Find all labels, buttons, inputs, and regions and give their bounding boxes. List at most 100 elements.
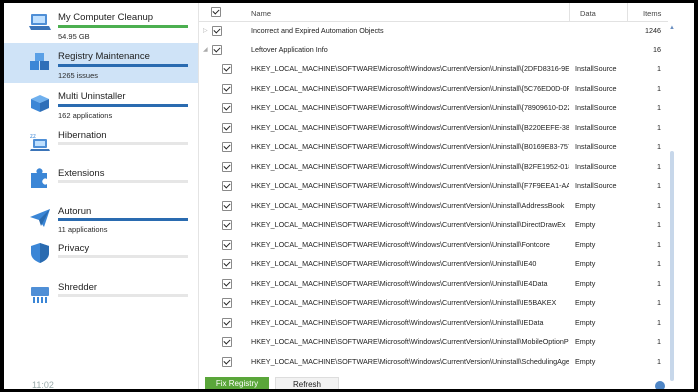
- group-checkbox[interactable]: [212, 45, 222, 55]
- column-header-items[interactable]: Items: [643, 9, 661, 18]
- main-panel: Name Data Items ▷ Incorrect and Expired …: [199, 3, 694, 389]
- row-checkbox[interactable]: [222, 356, 232, 367]
- row-checkbox[interactable]: [222, 220, 232, 230]
- group-count: 1246: [645, 26, 661, 35]
- table-row[interactable]: HKEY_LOCAL_MACHINE\SOFTWARE\Microsoft\Wi…: [199, 196, 669, 215]
- select-all-checkbox[interactable]: [211, 7, 221, 17]
- row-checkbox[interactable]: [222, 298, 232, 308]
- row-checkbox[interactable]: [222, 200, 232, 211]
- row-registry-key: HKEY_LOCAL_MACHINE\SOFTWARE\Microsoft\Wi…: [251, 337, 569, 346]
- row-registry-key: HKEY_LOCAL_MACHINE\SOFTWARE\Microsoft\Wi…: [251, 317, 544, 327]
- row-data: Empty: [575, 356, 596, 366]
- row-items: 1: [657, 220, 661, 229]
- sidebar-item-label: Autorun: [58, 206, 92, 217]
- row-data: InstallSource: [575, 161, 617, 171]
- row-data: Empty: [575, 200, 596, 210]
- sidebar-item-status: 1265 issues: [58, 71, 99, 80]
- table-row[interactable]: HKEY_LOCAL_MACHINE\SOFTWARE\Microsoft\Wi…: [199, 98, 669, 117]
- shield-icon: [31, 243, 49, 263]
- row-items: 1: [657, 259, 661, 268]
- row-items: 1: [657, 103, 661, 112]
- table-row[interactable]: HKEY_LOCAL_MACHINE\SOFTWARE\Microsoft\Wi…: [199, 293, 669, 312]
- progress-fill: [58, 218, 188, 221]
- row-checkbox[interactable]: [222, 278, 232, 289]
- row-checkbox[interactable]: [222, 142, 232, 152]
- refresh-button[interactable]: Refresh: [275, 377, 339, 389]
- row-registry-key: HKEY_LOCAL_MACHINE\SOFTWARE\Microsoft\Wi…: [251, 161, 569, 171]
- row-data: Empty: [575, 337, 596, 346]
- row-items: 1: [657, 181, 661, 190]
- row-data: Empty: [575, 220, 596, 229]
- row-checkbox[interactable]: [222, 181, 232, 191]
- sidebar-item-status: 11 applications: [58, 225, 108, 234]
- sidebar-item-autorun[interactable]: Autorun 11 applications: [4, 199, 198, 239]
- sidebar: My Computer Cleanup 54.95 GB Registry Ma…: [4, 3, 199, 389]
- sidebar-footer-text: 11:02: [32, 380, 54, 389]
- group-row[interactable]: ◢ Leftover Application Info 16: [199, 40, 669, 59]
- row-checkbox[interactable]: [222, 337, 232, 347]
- table-row[interactable]: HKEY_LOCAL_MACHINE\SOFTWARE\Microsoft\Wi…: [199, 157, 669, 176]
- sidebar-item-extensions[interactable]: Extensions: [4, 163, 198, 203]
- sidebar-item-privacy[interactable]: Privacy: [4, 237, 198, 277]
- group-checkbox[interactable]: [212, 26, 222, 36]
- table-row[interactable]: HKEY_LOCAL_MACHINE\SOFTWARE\Microsoft\Wi…: [199, 352, 669, 371]
- row-registry-key: HKEY_LOCAL_MACHINE\SOFTWARE\Microsoft\Wi…: [251, 200, 565, 210]
- collapse-arrow-icon[interactable]: ◢: [203, 46, 208, 53]
- row-data: InstallSource: [575, 64, 617, 73]
- column-header-data[interactable]: Data: [580, 9, 596, 18]
- sidebar-item-label: Extensions: [58, 168, 105, 179]
- sidebar-item-label: My Computer Cleanup: [58, 12, 154, 23]
- table-row[interactable]: HKEY_LOCAL_MACHINE\SOFTWARE\Microsoft\Wi…: [199, 235, 669, 254]
- row-data: Empty: [575, 278, 596, 288]
- table-row[interactable]: HKEY_LOCAL_MACHINE\SOFTWARE\Microsoft\Wi…: [199, 274, 669, 293]
- table-row[interactable]: HKEY_LOCAL_MACHINE\SOFTWARE\Microsoft\Wi…: [199, 59, 669, 78]
- table-row[interactable]: HKEY_LOCAL_MACHINE\SOFTWARE\Microsoft\Wi…: [199, 215, 669, 234]
- table-row[interactable]: HKEY_LOCAL_MACHINE\SOFTWARE\Microsoft\Wi…: [199, 313, 669, 332]
- sidebar-item-multi-uninstaller[interactable]: Multi Uninstaller 162 applications: [4, 83, 198, 123]
- scrollbar-thumb[interactable]: [670, 151, 674, 381]
- table-row[interactable]: HKEY_LOCAL_MACHINE\SOFTWARE\Microsoft\Wi…: [199, 332, 669, 351]
- scroll-down-icon[interactable]: [655, 381, 665, 389]
- column-header-name[interactable]: Name: [251, 9, 271, 18]
- row-data: Empty: [575, 298, 596, 307]
- row-items: 1: [657, 239, 661, 249]
- row-checkbox[interactable]: [222, 317, 232, 328]
- uninstaller-box-icon: [31, 95, 49, 112]
- row-registry-key: HKEY_LOCAL_MACHINE\SOFTWARE\Microsoft\Wi…: [251, 122, 569, 132]
- row-checkbox[interactable]: [222, 83, 232, 94]
- row-items: 1: [657, 142, 661, 151]
- row-checkbox[interactable]: [222, 239, 232, 250]
- scroll-up-arrow-icon[interactable]: ▲: [669, 25, 675, 31]
- table-row[interactable]: HKEY_LOCAL_MACHINE\SOFTWARE\Microsoft\Wi…: [199, 254, 669, 273]
- row-checkbox[interactable]: [222, 103, 232, 113]
- row-data: InstallSource: [575, 122, 617, 132]
- sidebar-item-shredder[interactable]: Shredder: [4, 275, 198, 315]
- row-checkbox[interactable]: [222, 122, 232, 133]
- sidebar-item-label: Shredder: [58, 282, 98, 293]
- group-row[interactable]: ▷ Incorrect and Expired Automation Objec…: [199, 21, 669, 40]
- vertical-scrollbar[interactable]: ▲: [668, 21, 676, 389]
- expand-arrow-icon[interactable]: ▷: [203, 27, 208, 34]
- column-separator: [569, 3, 570, 21]
- row-checkbox[interactable]: [222, 259, 232, 269]
- table-row[interactable]: HKEY_LOCAL_MACHINE\SOFTWARE\Microsoft\Wi…: [199, 176, 669, 195]
- row-checkbox[interactable]: [222, 161, 232, 172]
- sidebar-item-registry-maintenance[interactable]: Registry Maintenance 1265 issues: [4, 43, 198, 83]
- row-checkbox[interactable]: [222, 64, 232, 74]
- app-window: My Computer Cleanup 54.95 GB Registry Ma…: [4, 3, 694, 389]
- sidebar-item-label: Privacy: [58, 243, 90, 254]
- row-items: 1: [657, 298, 661, 307]
- row-data: InstallSource: [575, 142, 617, 151]
- row-items: 1: [657, 161, 661, 171]
- table-row[interactable]: HKEY_LOCAL_MACHINE\SOFTWARE\Microsoft\Wi…: [199, 137, 669, 156]
- row-data: Empty: [575, 317, 596, 327]
- sidebar-item-hibernation[interactable]: zz Hibernation: [4, 123, 198, 163]
- fix-registry-button[interactable]: Fix Registry: [205, 377, 269, 389]
- row-registry-key: HKEY_LOCAL_MACHINE\SOFTWARE\Microsoft\Wi…: [251, 239, 550, 249]
- table-row[interactable]: HKEY_LOCAL_MACHINE\SOFTWARE\Microsoft\Wi…: [199, 118, 669, 137]
- sidebar-item-my-computer-cleanup[interactable]: My Computer Cleanup 54.95 GB: [4, 3, 198, 43]
- row-registry-key: HKEY_LOCAL_MACHINE\SOFTWARE\Microsoft\Wi…: [251, 220, 566, 229]
- laptop-cleanup-icon: [29, 14, 51, 30]
- row-registry-key: HKEY_LOCAL_MACHINE\SOFTWARE\Microsoft\Wi…: [251, 181, 569, 190]
- table-row[interactable]: HKEY_LOCAL_MACHINE\SOFTWARE\Microsoft\Wi…: [199, 79, 669, 98]
